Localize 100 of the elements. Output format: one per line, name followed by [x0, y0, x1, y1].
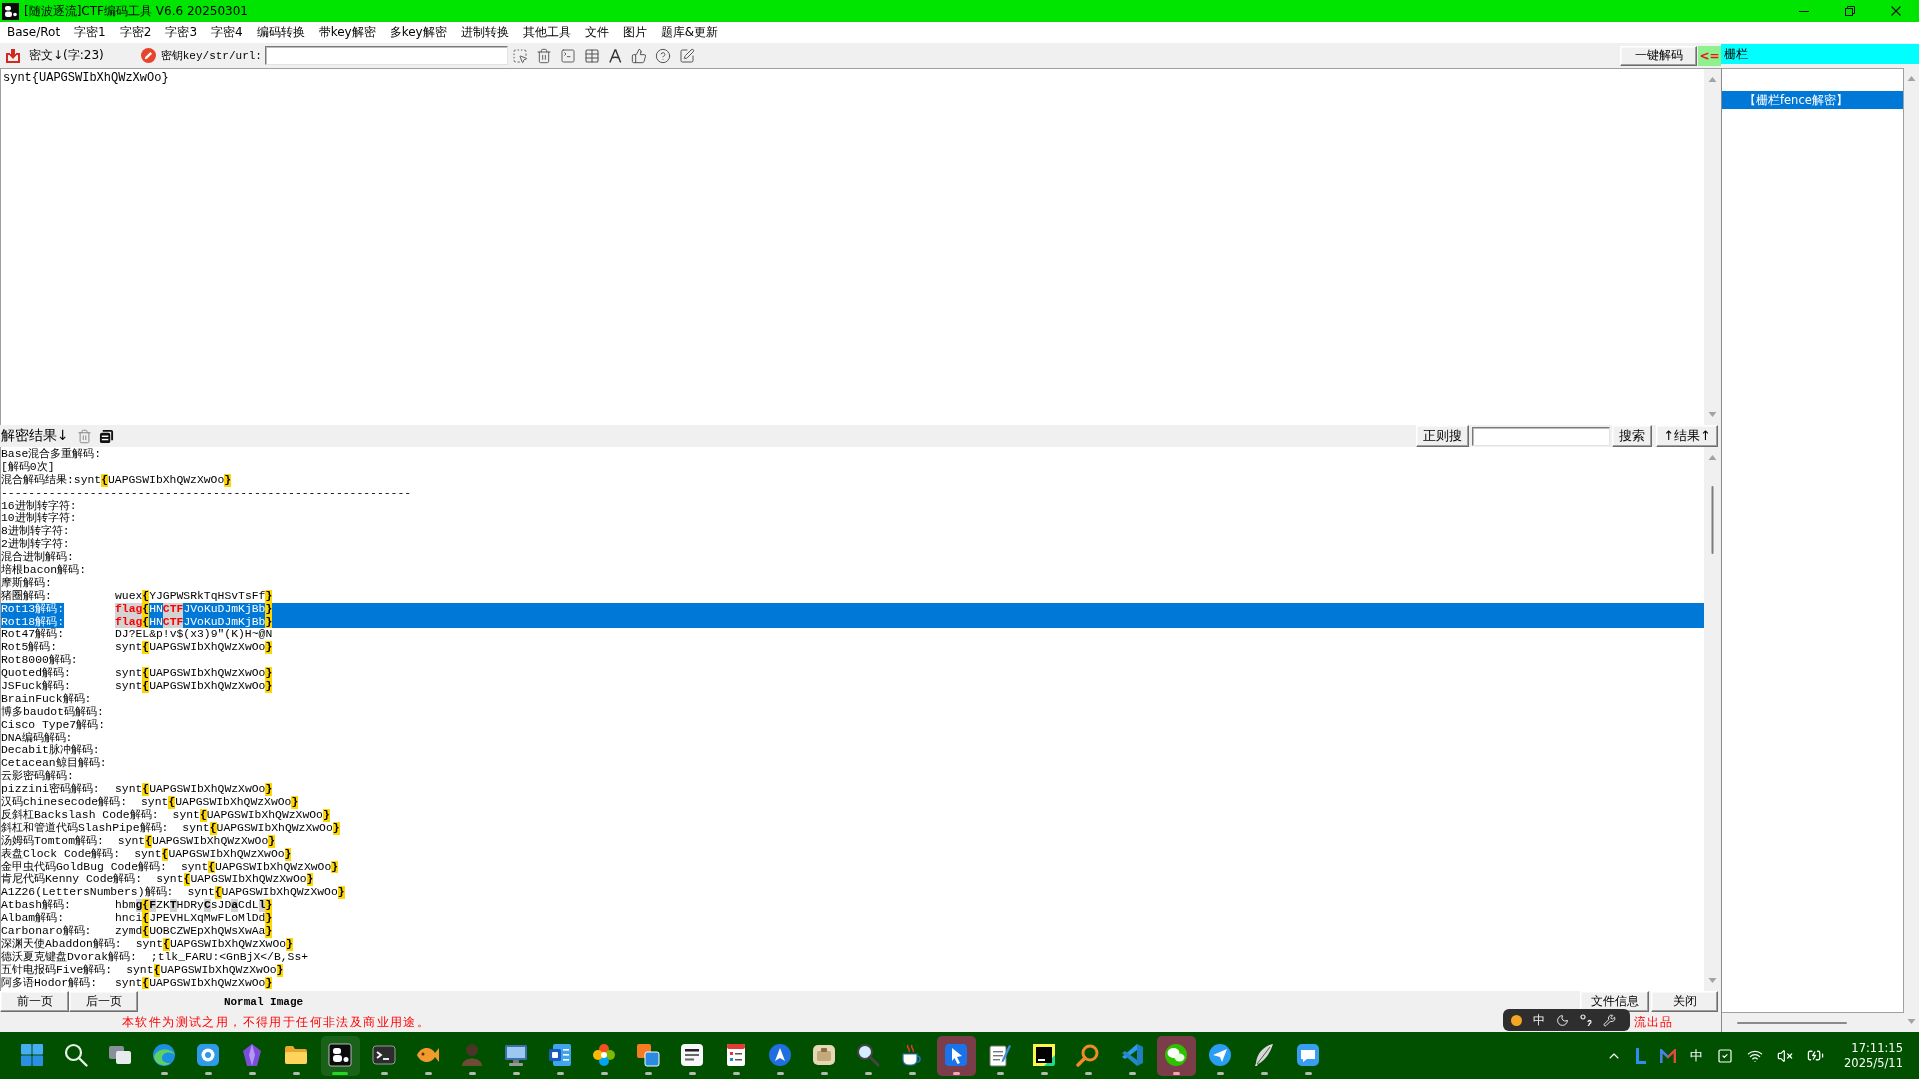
- input-method-indicator[interactable]: 中: [1690, 1046, 1704, 1065]
- menu-item[interactable]: 图片: [615, 23, 654, 42]
- results-button[interactable]: ↑结果↑: [1656, 425, 1718, 447]
- menu-item[interactable]: 多key解密: [382, 23, 454, 42]
- taskbar-app-button[interactable]: [1156, 1035, 1196, 1076]
- menu-item[interactable]: 题库&更新: [653, 23, 726, 42]
- decoded-value: synt{UAPGSWIbXhQWzXwOo}: [135, 937, 293, 951]
- notepad-icon: [988, 1042, 1012, 1067]
- result-label: 阿多语Hodor解码:: [1, 976, 97, 990]
- menu-item[interactable]: 编码转换: [249, 23, 312, 42]
- person-silhouette-icon: [460, 1042, 484, 1067]
- result-label: 汉码chinesecode解码:: [1, 796, 128, 809]
- checkbox-icon[interactable]: [1717, 1047, 1734, 1064]
- next-page-button[interactable]: 后一页: [69, 991, 138, 1012]
- zigzag-icon[interactable]: [1660, 1048, 1677, 1063]
- result-text: 16进制转字符:: [1, 499, 77, 512]
- search-input-field[interactable]: [1472, 426, 1611, 446]
- ime-logo-icon[interactable]: [1511, 1014, 1522, 1026]
- image-mode-label: Normal Image: [222, 995, 305, 1008]
- result-label: Carbonaro解码:: [1, 924, 92, 938]
- copy-icon[interactable]: [98, 428, 114, 444]
- terminal-icon[interactable]: [559, 47, 576, 64]
- menu-item[interactable]: Base/Rot: [0, 23, 68, 42]
- decoded-value: zymd{UOBCZWEpXhQWsXwAa}: [115, 924, 273, 938]
- minimize-icon: [1799, 10, 1809, 12]
- result-label: Rot47解码:: [1, 628, 64, 641]
- punctuation-icon[interactable]: [1580, 1014, 1592, 1026]
- result-text: 博多baudot码解码:: [1, 705, 104, 719]
- cursor-select-icon[interactable]: [511, 47, 528, 64]
- decoded-value: flag{HNCTFJVoKuDJmKjBb}: [115, 615, 273, 629]
- decoded-value: DJ?EL&p!v$(x3)9"(K)H~@N: [115, 628, 273, 642]
- result-text: [解码0次]: [1, 460, 55, 474]
- decoded-value: synt{UAPGSWIbXhQWzXwOo}: [126, 963, 284, 977]
- taskbar-app-button[interactable]: [936, 1035, 976, 1076]
- menu-item[interactable]: 其他工具: [515, 23, 578, 42]
- app-logo-icon: [328, 1042, 352, 1067]
- clock-time[interactable]: 17:11:15: [1851, 1040, 1903, 1056]
- arrow-indicator: <=: [1698, 45, 1721, 66]
- result-text: ------------------------------------------------------------: [1, 486, 412, 500]
- result-label: 混合解码结果:: [1, 473, 74, 487]
- paper-plane-icon: [1208, 1042, 1232, 1067]
- start-icon: [20, 1042, 44, 1067]
- taskbar-app-button[interactable]: [320, 1035, 360, 1076]
- result-text: 云影密码解码:: [1, 770, 74, 783]
- decoded-value: synt{UAPGSWIbXhQWzXwOo}: [182, 821, 340, 835]
- ciphertext-field[interactable]: synt{UAPGSWIbXhQWzXwOo}: [0, 69, 1704, 425]
- hook-icon[interactable]: [1636, 1047, 1647, 1064]
- import-icon[interactable]: [5, 47, 21, 64]
- trash-icon[interactable]: [535, 47, 552, 64]
- ciphertext-label: 密文↓(字:23): [29, 47, 104, 64]
- result-label: 金甲虫代码GoldBug Code解码:: [1, 860, 167, 873]
- checklist-icon: [724, 1042, 748, 1067]
- menu-item[interactable]: 带key解密: [311, 23, 383, 42]
- menu-item[interactable]: 字密4: [204, 23, 250, 42]
- pencil-icon[interactable]: [140, 48, 156, 63]
- regex-search-button[interactable]: 正则搜: [1416, 425, 1470, 447]
- result-text: 2进制转字符:: [1, 538, 70, 551]
- result-text: Cisco Type7解码:: [1, 718, 106, 732]
- coffee-cup-icon: [900, 1042, 924, 1067]
- table-icon[interactable]: [583, 47, 600, 64]
- clock-date[interactable]: 2025/5/11: [1844, 1055, 1903, 1071]
- menu-item[interactable]: 字密3: [158, 23, 205, 42]
- close-icon: [1891, 6, 1901, 16]
- result-label: 深渊天使Abaddon解码:: [1, 937, 122, 951]
- message-icon: [1296, 1042, 1320, 1067]
- moon-icon[interactable]: [1556, 1013, 1569, 1027]
- decoded-value: hnci{JPEVHLXqMwFLoMlDd}: [115, 912, 273, 925]
- menu-item[interactable]: 文件: [577, 23, 616, 42]
- key-label: 密钥key/str/url:: [160, 49, 262, 63]
- result-label: 猪圈解码:: [1, 589, 52, 603]
- result-text: 混合进制解码:: [1, 551, 74, 564]
- key-input-field[interactable]: [264, 46, 508, 65]
- font-icon[interactable]: [607, 47, 623, 64]
- restore-icon: [1845, 6, 1855, 16]
- monitor-icon: [504, 1042, 528, 1067]
- decoded-value: ;tlk_FARU:<GnBjX</B,Ss+: [150, 950, 309, 964]
- mode-field[interactable]: 栅栏: [1721, 44, 1919, 64]
- result-label: Quoted解码:: [1, 667, 71, 680]
- help-icon[interactable]: [654, 47, 671, 64]
- result-text: Cetacean鲸目解码:: [1, 757, 107, 770]
- wrench-icon[interactable]: [1603, 1013, 1616, 1027]
- result-label: 斜杠和管道代码SlashPipe解码:: [1, 821, 169, 835]
- ide-icon: [1032, 1042, 1056, 1067]
- decoded-value: synt{UAPGSWIbXhQWzXwOo}: [115, 641, 273, 655]
- decoded-value: synt{UAPGSWIbXhQWzXwOo}: [115, 680, 273, 693]
- result-label: 五针电报码Five解码:: [1, 963, 113, 977]
- method-list-item[interactable]: 【栅栏fence解密】: [1722, 91, 1903, 109]
- speaker-muted-icon[interactable]: [1777, 1047, 1794, 1064]
- edit-icon[interactable]: [678, 47, 695, 64]
- close-panel-button[interactable]: 关闭: [1651, 991, 1718, 1012]
- previous-page-button[interactable]: 前一页: [0, 991, 69, 1012]
- menu-item[interactable]: 进制转换: [453, 23, 516, 42]
- thumbs-up-icon[interactable]: [630, 47, 647, 64]
- ime-mode-text[interactable]: 中: [1533, 1011, 1545, 1029]
- result-label: 反斜杠Backslash Code解码:: [1, 808, 159, 822]
- decoded-value: hbmg{FZKTHDRyCsJDaCdLl}: [115, 899, 273, 913]
- menu-item[interactable]: 字密1: [67, 23, 113, 42]
- decode-button[interactable]: 一键解码: [1620, 45, 1697, 66]
- search-button[interactable]: 搜索: [1612, 425, 1653, 447]
- menu-item[interactable]: 字密2: [112, 23, 159, 42]
